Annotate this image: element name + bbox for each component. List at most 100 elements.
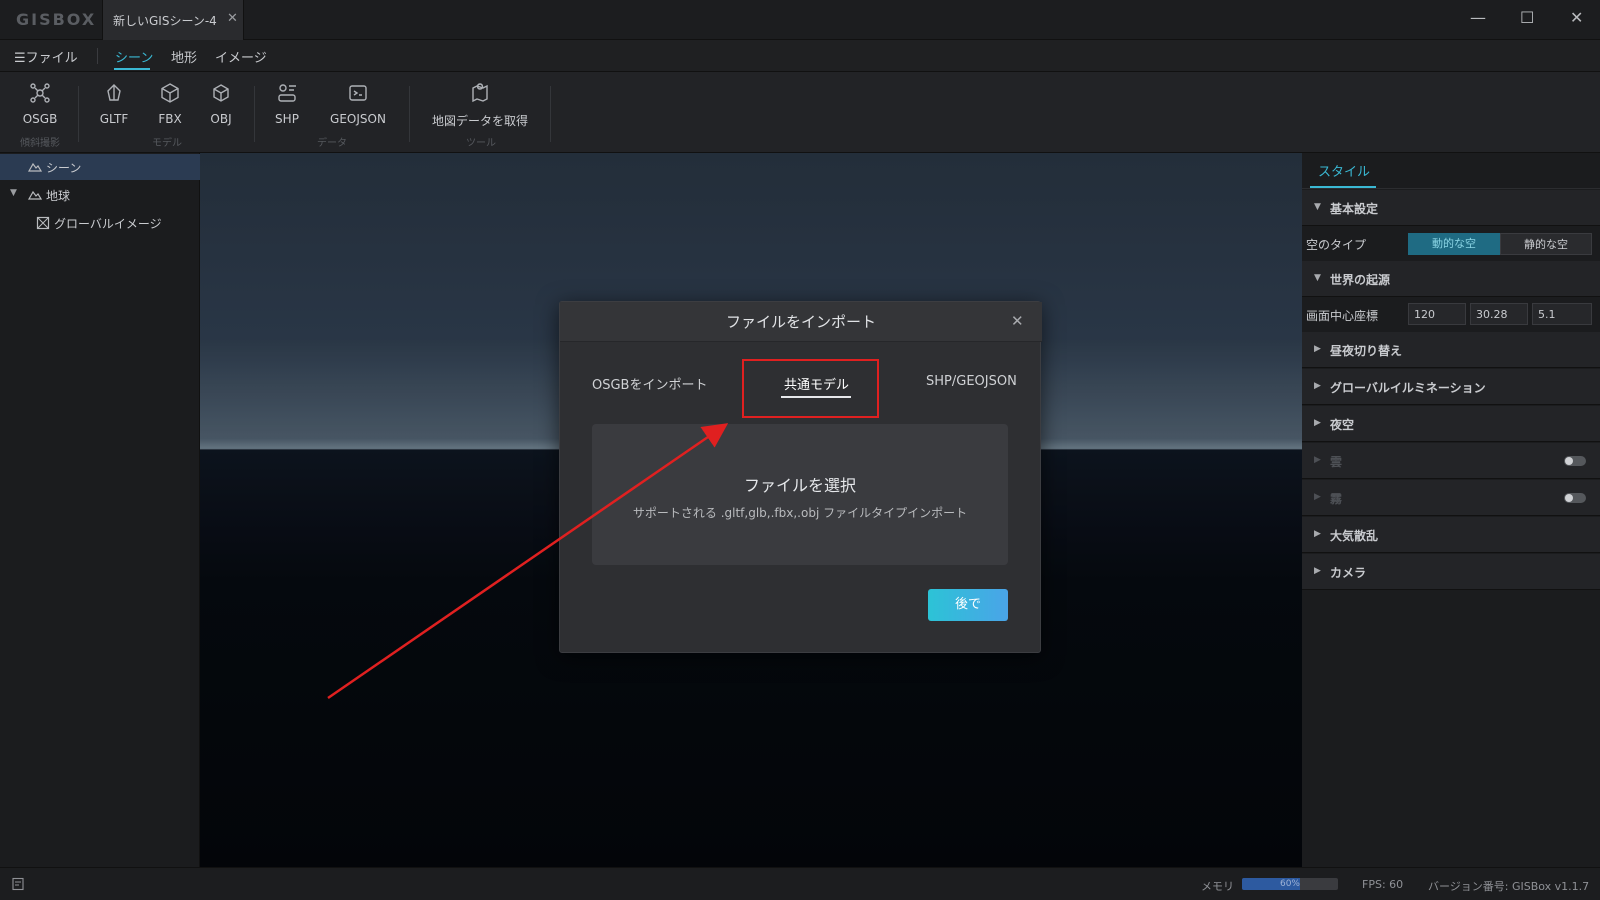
section-cloud[interactable]: ▶ 雲	[1302, 443, 1600, 479]
section-atmosphere[interactable]: ▶ 大気散乱	[1302, 517, 1600, 553]
chevron-down-icon: ▼	[1314, 273, 1321, 283]
toolbar-divider	[78, 86, 79, 142]
tree-item-earth[interactable]: ▼ 地球	[0, 182, 200, 208]
sky-static-option[interactable]: 静的な空	[1500, 233, 1592, 255]
cloud-toggle[interactable]	[1564, 456, 1586, 466]
tree-item-global-image[interactable]: グローバルイメージ	[0, 210, 200, 236]
geojson-icon	[349, 85, 367, 101]
gltf-button[interactable]: GLTF	[99, 82, 129, 126]
section-cloud-title: 雲	[1330, 455, 1343, 469]
fps-readout: FPS: 60	[1362, 878, 1404, 891]
later-button[interactable]: 後で	[928, 589, 1008, 621]
section-basic-settings-title: 基本設定	[1330, 202, 1379, 216]
scene-tree-panel: シーン ▼ 地球 グローバルイメージ	[0, 153, 200, 867]
coord-z-input[interactable]: 5.1	[1532, 303, 1592, 325]
scene-tab[interactable]: 新しいGISシーン-4 ✕	[102, 0, 244, 40]
menu-file[interactable]: ☰ファイル	[14, 47, 78, 66]
notes-icon[interactable]	[11, 877, 25, 891]
tree-item-scene-label: シーン	[46, 161, 82, 175]
toolbar-divider	[550, 86, 551, 142]
obj-button[interactable]: OBJ	[206, 82, 236, 126]
section-day-night-title: 昼夜切り替え	[1330, 344, 1403, 358]
window-close-icon[interactable]: ✕	[1570, 8, 1583, 27]
annotation-highlight-box	[742, 359, 879, 418]
obj-label: OBJ	[210, 112, 232, 126]
dialog-title: ファイルをインポート	[560, 302, 1042, 342]
section-day-night[interactable]: ▶ 昼夜切り替え	[1302, 332, 1600, 368]
section-atmosphere-title: 大気散乱	[1330, 529, 1379, 543]
get-map-data-button[interactable]: 地図データを取得	[430, 82, 530, 129]
osgb-icon	[30, 83, 50, 103]
menu-terrain[interactable]: 地形	[171, 47, 197, 66]
chevron-right-icon: ▶	[1314, 566, 1321, 576]
menu-divider	[97, 48, 98, 64]
memory-label: メモリ	[1201, 880, 1234, 893]
file-drop-zone[interactable]: ファイルを選択 サポートされる .gltf,glb,.fbx,.obj ファイル…	[592, 424, 1008, 565]
tab-import-osgb[interactable]: OSGBをインポート	[592, 374, 707, 393]
memory-percent: 60%	[1279, 879, 1300, 889]
toolbar-divider	[254, 86, 255, 142]
chevron-right-icon: ▶	[1314, 418, 1321, 428]
tree-item-earth-label: 地球	[46, 189, 71, 203]
chevron-right-icon: ▶	[1314, 381, 1321, 391]
section-fog[interactable]: ▶ 霧	[1302, 480, 1600, 516]
minimize-icon[interactable]: —	[1470, 8, 1486, 27]
import-file-dialog: ファイルをインポート ✕ OSGBをインポート 共通モデル SHP/GEOJSO…	[559, 301, 1042, 653]
section-global-illumination-title: グローバルイルミネーション	[1330, 381, 1486, 395]
panel-header-divider	[1302, 188, 1600, 189]
toolbar-divider	[409, 86, 410, 142]
chevron-right-icon: ▶	[1314, 492, 1321, 502]
fog-toggle[interactable]	[1564, 493, 1586, 503]
scene-tab-label: 新しいGISシーン-4	[113, 14, 217, 28]
status-bar: メモリ 60% FPS: 60 バージョン番号: GISBox v1.1.7	[0, 867, 1600, 900]
tab-close-icon[interactable]: ✕	[227, 11, 238, 26]
screen-center-label: 画面中心座標	[1306, 309, 1379, 323]
section-fog-title: 霧	[1330, 492, 1343, 506]
title-bar: GISBOX 新しいGISシーン-4 ✕ — ☐ ✕	[0, 0, 1600, 40]
sky-type-label: 空のタイプ	[1306, 238, 1367, 252]
style-panel: スタイル ▼ 基本設定 空のタイプ 動的な空 静的な空 ▼ 世界の起源 画面中心…	[1302, 153, 1600, 867]
fbx-button[interactable]: FBX	[155, 82, 185, 126]
dialog-close-icon[interactable]: ✕	[1011, 312, 1024, 330]
group-model-label: モデル	[152, 138, 182, 149]
group-data-label: データ	[317, 138, 347, 149]
chevron-right-icon: ▶	[1314, 455, 1321, 465]
section-camera[interactable]: ▶ カメラ	[1302, 554, 1600, 590]
menu-scene[interactable]: シーン	[115, 47, 153, 66]
gltf-label: GLTF	[99, 112, 129, 126]
osgb-button[interactable]: OSGB	[22, 82, 58, 126]
tree-item-scene[interactable]: シーン	[0, 154, 200, 180]
scene-icon	[28, 162, 42, 172]
toolbar: OSGB 傾斜撮影 GLTF FBX OBJ モデル SHP GEOJSON デ…	[0, 72, 1600, 153]
osgb-label: OSGB	[22, 112, 58, 126]
select-file-label: ファイルを選択	[743, 476, 856, 495]
menu-bar: ☰ファイル シーン 地形 イメージ	[0, 40, 1600, 72]
maximize-icon[interactable]: ☐	[1520, 8, 1534, 27]
gltf-icon	[107, 84, 121, 101]
chevron-down-icon: ▼	[1314, 202, 1321, 212]
screen-center-row: 画面中心座標 120 30.28 5.1	[1302, 298, 1600, 332]
memory-progress-bar: 60%	[1242, 878, 1338, 890]
coord-y-input[interactable]: 30.28	[1470, 303, 1528, 325]
earth-icon	[28, 190, 42, 200]
get-map-data-label: 地図データを取得	[431, 114, 528, 128]
coord-x-input[interactable]: 120	[1408, 303, 1466, 325]
image-icon	[36, 216, 50, 230]
fbx-icon	[161, 83, 179, 103]
tab-style[interactable]: スタイル	[1318, 161, 1370, 180]
menu-image[interactable]: イメージ	[215, 47, 267, 66]
shp-button[interactable]: SHP	[272, 82, 302, 126]
section-night-sky[interactable]: ▶ 夜空	[1302, 406, 1600, 442]
section-global-illumination[interactable]: ▶ グローバルイルミネーション	[1302, 369, 1600, 405]
geojson-button[interactable]: GEOJSON	[328, 82, 388, 126]
tab-shp-geojson[interactable]: SHP/GEOJSON	[926, 374, 1017, 389]
geojson-label: GEOJSON	[330, 112, 386, 126]
section-basic-settings[interactable]: ▼ 基本設定	[1302, 190, 1600, 226]
map-pin-icon	[472, 83, 488, 103]
section-night-sky-title: 夜空	[1330, 418, 1355, 432]
collapse-arrow-icon[interactable]: ▼	[10, 188, 17, 198]
group-oblique-label: 傾斜撮影	[20, 138, 60, 149]
sky-dynamic-option[interactable]: 動的な空	[1408, 233, 1500, 255]
section-world-origin[interactable]: ▼ 世界の起源	[1302, 261, 1600, 297]
version-label: バージョン番号: GISBox v1.1.7	[1428, 880, 1590, 893]
